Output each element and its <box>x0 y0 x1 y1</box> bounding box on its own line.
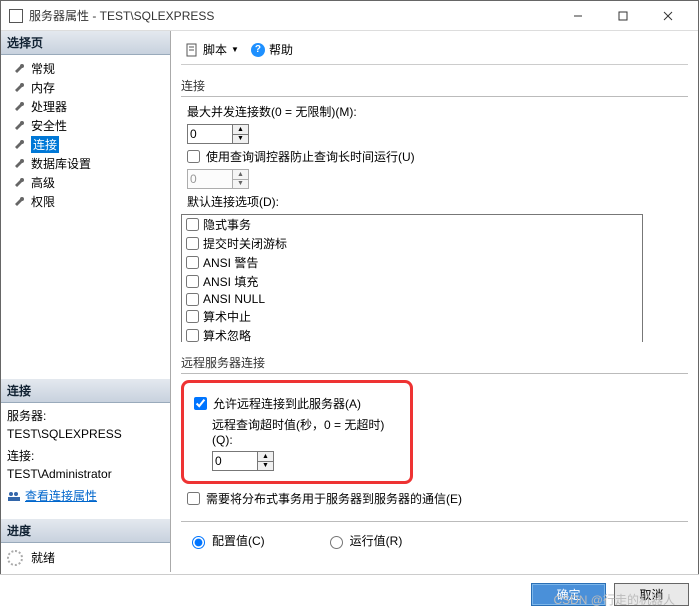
sidebar: 选择页 常规 内存 处理器 安全性 连接 数据库设置 高级 权限 连接 服务器:… <box>1 31 171 572</box>
list-item: 提交时关闭游标 <box>182 234 642 253</box>
server-label: 服务器: <box>7 407 164 425</box>
content-panel: 脚本 ▼ ? 帮助 连接 最大并发连接数(0 = 无限制)(M): ▲▼ 使用查… <box>171 31 698 572</box>
allow-remote-checkbox[interactable] <box>194 397 207 410</box>
sidebar-page-list: 常规 内存 处理器 安全性 连接 数据库设置 高级 权限 <box>1 55 170 215</box>
list-item: ANSI 填充 <box>182 272 642 291</box>
remote-section-title: 远程服务器连接 <box>181 354 688 371</box>
list-item: 算术中止 <box>182 307 642 326</box>
sidebar-item-memory[interactable]: 内存 <box>1 78 170 97</box>
wrench-icon <box>15 196 27 208</box>
maximize-button[interactable] <box>600 1 645 31</box>
option-checkbox[interactable] <box>186 293 199 306</box>
server-value: TEST\SQLEXPRESS <box>7 425 164 443</box>
option-checkbox[interactable] <box>186 237 199 250</box>
option-checkbox[interactable] <box>186 256 199 269</box>
chevron-down-icon: ▼ <box>231 45 239 54</box>
progress-status: 就绪 <box>1 543 170 572</box>
sidebar-item-connections[interactable]: 连接 <box>1 135 170 154</box>
people-icon <box>7 490 21 502</box>
spin-down[interactable]: ▼ <box>258 461 273 471</box>
spin-up: ▲ <box>233 170 248 179</box>
highlight-box: 允许远程连接到此服务器(A) 远程查询超时值(秒，0 = 无超时)(Q): ▲▼ <box>181 380 413 484</box>
wrench-icon <box>15 139 27 151</box>
script-label: 脚本 <box>203 41 227 58</box>
configured-radio[interactable]: 配置值(C) <box>187 532 265 549</box>
use-governor-label: 使用查询调控器防止查询长时间运行(U) <box>206 148 415 165</box>
help-icon: ? <box>251 43 265 57</box>
wrench-icon <box>15 63 27 75</box>
view-connection-props-link[interactable]: 查看连接属性 <box>25 487 97 505</box>
connections-section-title: 连接 <box>181 77 688 94</box>
script-dropdown[interactable]: 脚本 ▼ <box>181 41 243 58</box>
running-radio[interactable]: 运行值(R) <box>325 532 403 549</box>
default-options-list[interactable]: 隐式事务 提交时关闭游标 ANSI 警告 ANSI 填充 ANSI NULL 算… <box>181 214 643 342</box>
spin-down: ▼ <box>233 179 248 189</box>
wrench-icon <box>15 120 27 132</box>
max-concurrent-input[interactable]: ▲▼ <box>187 124 249 144</box>
remote-timeout-label: 远程查询超时值(秒，0 = 无超时)(Q): <box>212 418 384 447</box>
list-item: ANSI 警告 <box>182 253 642 272</box>
distributed-tx-label: 需要将分布式事务用于服务器到服务器的通信(E) <box>206 490 462 507</box>
list-item: ANSI NULL <box>182 291 642 307</box>
sidebar-item-advanced[interactable]: 高级 <box>1 173 170 192</box>
progress-spinner-icon <box>7 550 23 566</box>
sidebar-item-database-settings[interactable]: 数据库设置 <box>1 154 170 173</box>
connection-info: 服务器: TEST\SQLEXPRESS 连接: TEST\Administra… <box>1 403 170 509</box>
cancel-button[interactable]: 取消 <box>614 583 689 606</box>
wrench-icon <box>15 82 27 94</box>
titlebar: 服务器属性 - TEST\SQLEXPRESS <box>1 1 698 31</box>
default-options-label: 默认连接选项(D): <box>187 193 279 210</box>
allow-remote-label: 允许远程连接到此服务器(A) <box>213 395 361 412</box>
minimize-button[interactable] <box>555 1 600 31</box>
option-checkbox[interactable] <box>186 329 199 342</box>
spin-up[interactable]: ▲ <box>258 452 273 461</box>
distributed-tx-checkbox[interactable] <box>187 492 200 505</box>
wrench-icon <box>15 177 27 189</box>
ok-button[interactable]: 确定 <box>531 583 606 606</box>
content-toolbar: 脚本 ▼ ? 帮助 <box>181 39 688 65</box>
help-button[interactable]: ? 帮助 <box>247 41 297 58</box>
list-item: 隐式事务 <box>182 215 642 234</box>
sidebar-item-processors[interactable]: 处理器 <box>1 97 170 116</box>
sidebar-item-permissions[interactable]: 权限 <box>1 192 170 211</box>
progress-header: 进度 <box>1 519 170 543</box>
connection-header: 连接 <box>1 379 170 403</box>
wrench-icon <box>15 101 27 113</box>
connection-value: TEST\Administrator <box>7 465 164 483</box>
governor-value <box>188 170 232 188</box>
max-concurrent-value[interactable] <box>188 125 232 143</box>
dialog-footer: 确定 取消 <box>0 574 699 614</box>
app-icon <box>9 9 23 23</box>
window-title: 服务器属性 - TEST\SQLEXPRESS <box>29 7 555 24</box>
remote-timeout-input[interactable]: ▲▼ <box>212 451 274 471</box>
close-button[interactable] <box>645 1 690 31</box>
spin-down[interactable]: ▼ <box>233 134 248 144</box>
option-checkbox[interactable] <box>186 310 199 323</box>
option-checkbox[interactable] <box>186 275 199 288</box>
help-label: 帮助 <box>269 41 293 58</box>
wrench-icon <box>15 158 27 170</box>
script-icon <box>185 43 199 57</box>
view-connection-props[interactable]: 查看连接属性 <box>7 487 164 505</box>
governor-value-input[interactable]: ▲▼ <box>187 169 249 189</box>
spin-up[interactable]: ▲ <box>233 125 248 134</box>
progress-status-text: 就绪 <box>31 549 55 566</box>
list-item: 算术忽略 <box>182 326 642 342</box>
max-concurrent-label: 最大并发连接数(0 = 无限制)(M): <box>187 103 357 120</box>
option-checkbox[interactable] <box>186 218 199 231</box>
select-page-header: 选择页 <box>1 31 170 55</box>
use-governor-checkbox[interactable] <box>187 150 200 163</box>
connection-label: 连接: <box>7 447 164 465</box>
sidebar-item-security[interactable]: 安全性 <box>1 116 170 135</box>
remote-timeout-value[interactable] <box>213 452 257 470</box>
sidebar-item-general[interactable]: 常规 <box>1 59 170 78</box>
